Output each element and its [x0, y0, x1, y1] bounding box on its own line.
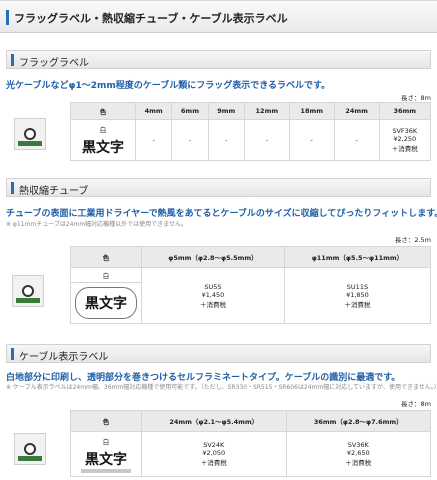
header-cell: φ5mm（φ2.8～φ5.5mm） [141, 246, 285, 268]
price-cell: - [207, 119, 245, 161]
header-cell: 6mm [171, 102, 209, 120]
header-cell: 色 [70, 410, 142, 432]
sample-text: 黒文字 [82, 139, 124, 156]
tube-note: ※ φ11mmチューブは24mm幅対応機種以外では使用できません。 [6, 221, 188, 228]
product-tax: ＋消費税 [199, 300, 226, 309]
section-accent [11, 54, 14, 66]
table-header-row: 色 4mm 6mm 9mm 12mm 18mm 24mm 36mm [70, 102, 432, 120]
sample-cell: 黒文字 [70, 282, 142, 324]
price-cell: - [134, 119, 173, 161]
product-price: ¥2,250 [393, 135, 417, 143]
color-name: 白 [99, 125, 107, 134]
product-price: ¥1,450 [201, 290, 225, 299]
cable-note: ※ ケーブル表示ラベルは24mm幅、36mm幅対応機種で使用可能です。（ただし、… [6, 384, 437, 391]
header-cell: 18mm [288, 102, 335, 120]
cable-table: 色 24mm（φ2.1～φ5.4mm） 36mm（φ2.8～φ7.6mm） 白 … [70, 410, 431, 477]
tube-length: 長さ：2.5m [394, 236, 431, 244]
section-header-flag: フラッグラベル [6, 50, 431, 69]
header-cell: 12mm [243, 102, 290, 120]
section-title: ケーブル表示ラベル [19, 352, 109, 363]
flag-table: 色 4mm 6mm 9mm 12mm 18mm 24mm 36mm 白 黒文字 … [70, 102, 432, 161]
table-header-row: 色 φ5mm（φ2.8～φ5.5mm） φ11mm（φ5.5～φ11mm） [70, 246, 432, 268]
product-tax: ＋消費税 [345, 459, 372, 467]
header-cell: 色 [70, 246, 142, 268]
table-row: 白 SU5S ¥1,450 ＋消費税 SU11S ¥1,850 ＋消費税 [70, 267, 432, 324]
page-title: フラッグラベル・熱収縮チューブ・ケーブル表示ラベル [14, 12, 288, 25]
section-title: フラッグラベル [19, 58, 89, 69]
product-code: SVF36K [392, 127, 418, 135]
product-cell: SU5S ¥1,450 ＋消費税 [141, 267, 285, 324]
cable-length: 長さ：8m [401, 400, 431, 408]
product-price: ¥2,050 [202, 449, 226, 457]
section-header-tube: 熱収縮チューブ [6, 178, 431, 197]
page-header: フラッグラベル・熱収縮チューブ・ケーブル表示ラベル [0, 0, 437, 33]
product-cell: SV24K ¥2,050 ＋消費税 [141, 431, 287, 477]
product-tax: ＋消費税 [391, 145, 418, 153]
sample-text: 黒文字 [85, 296, 127, 312]
section-title: 熱収縮チューブ [19, 186, 89, 197]
product-code: SV24K [203, 441, 225, 449]
product-tax: ＋消費税 [200, 459, 227, 467]
header-cell: 色 [70, 102, 136, 120]
header-cell: φ11mm（φ5.5～φ11mm） [283, 246, 432, 268]
color-cell: 白 黒文字 [70, 431, 142, 477]
color-name: 白 [102, 437, 110, 446]
tape-cartridge-image [14, 433, 46, 465]
flag-description: 光ケーブルなどφ1～2mm程度のケーブル類にフラッグ表示できるラベルです。 [6, 81, 331, 91]
tube-sample: 黒文字 [75, 287, 137, 319]
product-code: SV36K [347, 441, 369, 449]
price-cell: - [333, 119, 380, 161]
price-cell: - [288, 119, 335, 161]
header-cell: 36mm（φ2.8～φ7.6mm） [285, 410, 431, 432]
header-cell: 24mm [333, 102, 380, 120]
product-code: SU11S [346, 282, 369, 291]
product-cell: SV36K ¥2,650 ＋消費税 [285, 431, 431, 477]
header-cell: 36mm [378, 102, 432, 120]
product-price: ¥2,650 [346, 449, 370, 457]
tube-table: 色 φ5mm（φ2.8～φ5.5mm） φ11mm（φ5.5～φ11mm） 白 … [70, 246, 432, 324]
section-accent [11, 182, 14, 194]
table-header-row: 色 24mm（φ2.1～φ5.4mm） 36mm（φ2.8～φ7.6mm） [70, 410, 431, 432]
header-cell: 9mm [207, 102, 245, 120]
color-cell: 白 黒文字 [70, 119, 136, 161]
tube-description: チューブの表面に工業用ドライヤーで熱風をあてるとケーブルのサイズに収縮してぴった… [6, 209, 437, 219]
tape-cartridge-image [14, 118, 46, 150]
tape-cartridge-image [12, 275, 44, 307]
price-cell: - [171, 119, 209, 161]
price-cell: SVF36K ¥2,250 ＋消費税 [378, 119, 432, 161]
table-row: 白 黒文字 - - - - - - SVF36K ¥2,250 ＋消費税 [70, 119, 432, 161]
product-code: SU5S [204, 282, 222, 291]
product-price: ¥1,850 [346, 290, 369, 299]
color-cell: 白 [70, 267, 142, 283]
section-header-cable: ケーブル表示ラベル [6, 344, 431, 363]
header-cell: 4mm [134, 102, 173, 120]
header-cell: 24mm（φ2.1～φ5.4mm） [141, 410, 287, 432]
section-accent [11, 348, 14, 360]
product-cell: SU11S ¥1,850 ＋消費税 [283, 267, 432, 324]
product-tax: ＋消費税 [344, 300, 371, 309]
header-accent [6, 10, 9, 25]
sample-text: 黒文字 [81, 449, 131, 473]
table-row: 白 黒文字 SV24K ¥2,050 ＋消費税 SV36K ¥2,650 ＋消費… [70, 431, 431, 477]
flag-length: 長さ：8m [401, 94, 431, 102]
price-cell: - [243, 119, 290, 161]
